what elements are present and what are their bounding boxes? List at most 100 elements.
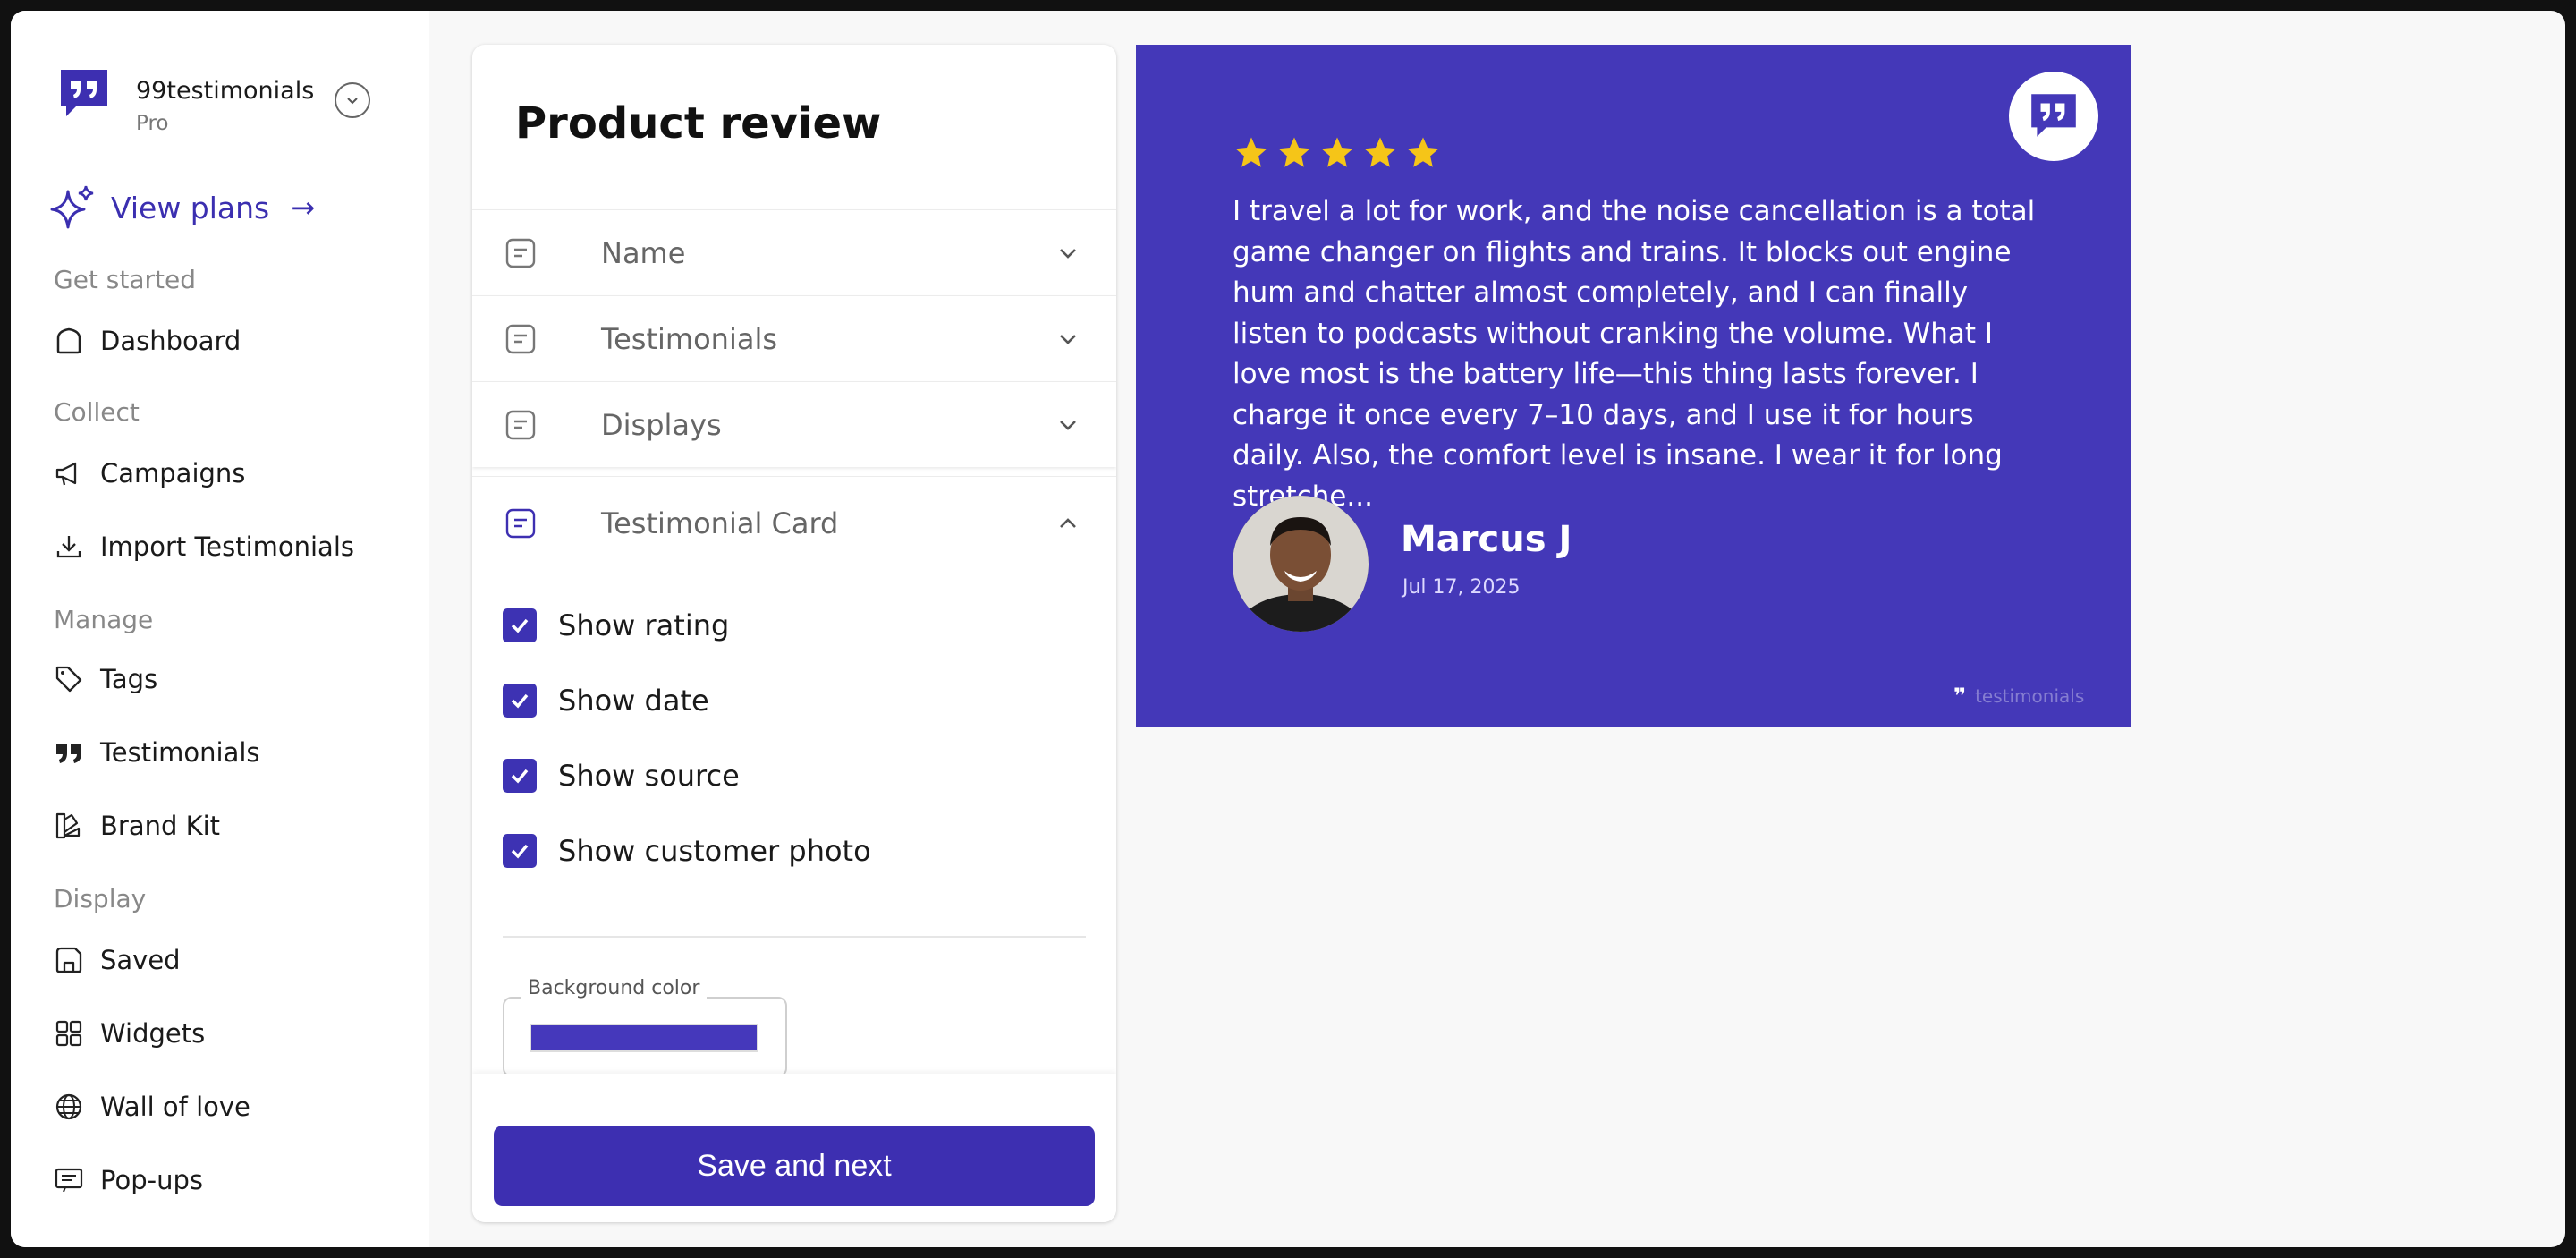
view-plans-link[interactable]: View plans → (48, 184, 315, 231)
checkbox-checked[interactable] (503, 684, 537, 718)
watermark-text: testimonials (1975, 685, 2085, 707)
customer-name: Marcus J (1401, 519, 1572, 560)
section-manage: Manage (54, 605, 154, 634)
document-icon (505, 238, 536, 268)
brand-name: 99testimonials (136, 77, 315, 105)
star-rating (1233, 134, 1442, 172)
testimonial-card-preview: I travel a lot for work, and the noise c… (1136, 45, 2131, 727)
star-icon (1321, 137, 1353, 167)
checkbox-label: Show rating (558, 608, 730, 642)
panel-footer: Save and next (472, 1074, 1116, 1222)
sidebar-item-label: Pop-ups (100, 1165, 203, 1195)
check-icon (511, 618, 529, 633)
checkbox-label: Show date (558, 684, 709, 718)
sparkle-icon (50, 185, 94, 229)
globe-icon (55, 1093, 82, 1120)
chevron-up-icon (1060, 517, 1076, 528)
sidebar-item-label: Tags (100, 664, 158, 694)
sidebar: 99testimonials Pro View plans → Get star… (11, 11, 429, 1247)
star-icon (1235, 137, 1267, 167)
sidebar-item-tags[interactable]: Tags (54, 664, 157, 694)
tag-icon (55, 666, 82, 693)
sidebar-item-label: Brand Kit (100, 811, 221, 841)
show-source-checkbox[interactable]: Show source (503, 759, 740, 793)
background-color-label: Background color (521, 977, 708, 999)
quote-badge-icon (2009, 72, 2098, 161)
sidebar-item-label: Saved (100, 945, 181, 975)
section-display: Display (54, 884, 147, 914)
chevron-down-icon (1060, 248, 1076, 259)
show-rating-checkbox[interactable]: Show rating (503, 608, 729, 642)
star-icon (1364, 137, 1396, 167)
save-and-next-button[interactable]: Save and next (494, 1126, 1095, 1206)
download-icon (56, 536, 81, 558)
accordion-label: Displays (601, 407, 722, 442)
check-icon (511, 844, 529, 859)
sidebar-item-import-testimonials[interactable]: Import Testimonials (54, 531, 354, 562)
accordion-displays[interactable]: Displays (472, 381, 1116, 467)
show-customer-photo-checkbox[interactable]: Show customer photo (503, 834, 871, 868)
sidebar-item-label: Campaigns (100, 458, 246, 489)
megaphone-icon (55, 462, 77, 486)
workspace-switcher-button[interactable] (335, 82, 370, 118)
panel-title: Product review (515, 98, 882, 149)
show-date-checkbox[interactable]: Show date (503, 684, 709, 718)
home-icon (56, 327, 81, 354)
check-icon (511, 769, 529, 784)
sidebar-item-brand-kit[interactable]: Brand Kit (54, 811, 220, 841)
checkbox-checked[interactable] (503, 759, 537, 793)
brand-logo-icon (61, 70, 107, 116)
background-color-swatch[interactable] (530, 1024, 758, 1052)
sidebar-item-label: Testimonials (100, 737, 260, 768)
sidebar-item-label: Widgets (100, 1018, 206, 1049)
accordion-label: Name (601, 235, 686, 270)
view-plans-label: View plans (111, 190, 270, 225)
document-icon (505, 508, 536, 539)
save-icon (55, 947, 82, 973)
sidebar-item-widgets[interactable]: Widgets (54, 1018, 205, 1049)
accordion-label: Testimonial Card (601, 506, 839, 540)
quote-icon (56, 744, 81, 763)
plan-badge: Pro (136, 112, 169, 135)
review-date: Jul 17, 2025 (1402, 576, 1521, 599)
divider (503, 936, 1086, 938)
star-icon (1278, 137, 1310, 167)
section-get-started: Get started (54, 265, 197, 294)
document-icon (505, 324, 536, 354)
checkbox-checked[interactable] (503, 608, 537, 642)
accordion-name[interactable]: Name (472, 209, 1116, 295)
checkbox-label: Show customer photo (558, 834, 871, 868)
checkbox-label: Show source (558, 759, 740, 793)
chevron-down-icon (347, 98, 358, 105)
chevron-down-icon (1060, 420, 1076, 430)
document-icon (505, 410, 536, 440)
accordion-label: Testimonials (601, 321, 777, 356)
background-color-picker[interactable] (503, 997, 787, 1077)
sidebar-item-dashboard[interactable]: Dashboard (54, 326, 241, 356)
brand[interactable] (57, 66, 111, 120)
app-window: 99testimonials Pro View plans → Get star… (11, 11, 2565, 1247)
checkbox-checked[interactable] (503, 834, 537, 868)
customer-avatar (1233, 496, 1368, 632)
sidebar-item-saved[interactable]: Saved (54, 945, 181, 975)
popup-icon (55, 1168, 83, 1193)
editor-panel: Product review Name Testimonials Display… (472, 45, 1116, 1222)
sidebar-item-label: Wall of love (100, 1092, 250, 1122)
accordion-testimonials[interactable]: Testimonials (472, 295, 1116, 381)
chevron-down-icon (1060, 334, 1076, 344)
sidebar-item-label: Import Testimonials (100, 531, 354, 562)
check-icon (511, 693, 529, 709)
quote-icon: ❞ (1953, 684, 1967, 709)
sidebar-item-pop-ups[interactable]: Pop-ups (54, 1165, 203, 1195)
widgets-icon (55, 1020, 82, 1047)
sidebar-item-testimonials[interactable]: Testimonials (54, 737, 260, 768)
sidebar-item-label: Dashboard (100, 326, 242, 356)
powered-by-badge[interactable]: ❞ testimonials (1953, 684, 2084, 709)
star-icon (1407, 137, 1439, 167)
sidebar-item-campaigns[interactable]: Campaigns (54, 458, 245, 489)
sidebar-item-wall-of-love[interactable]: Wall of love (54, 1092, 250, 1122)
accordion-testimonial-card[interactable]: Testimonial Card (472, 476, 1116, 569)
palette-icon (55, 812, 80, 839)
review-text: I travel a lot for work, and the noise c… (1233, 195, 2036, 513)
section-collect: Collect (54, 397, 140, 427)
